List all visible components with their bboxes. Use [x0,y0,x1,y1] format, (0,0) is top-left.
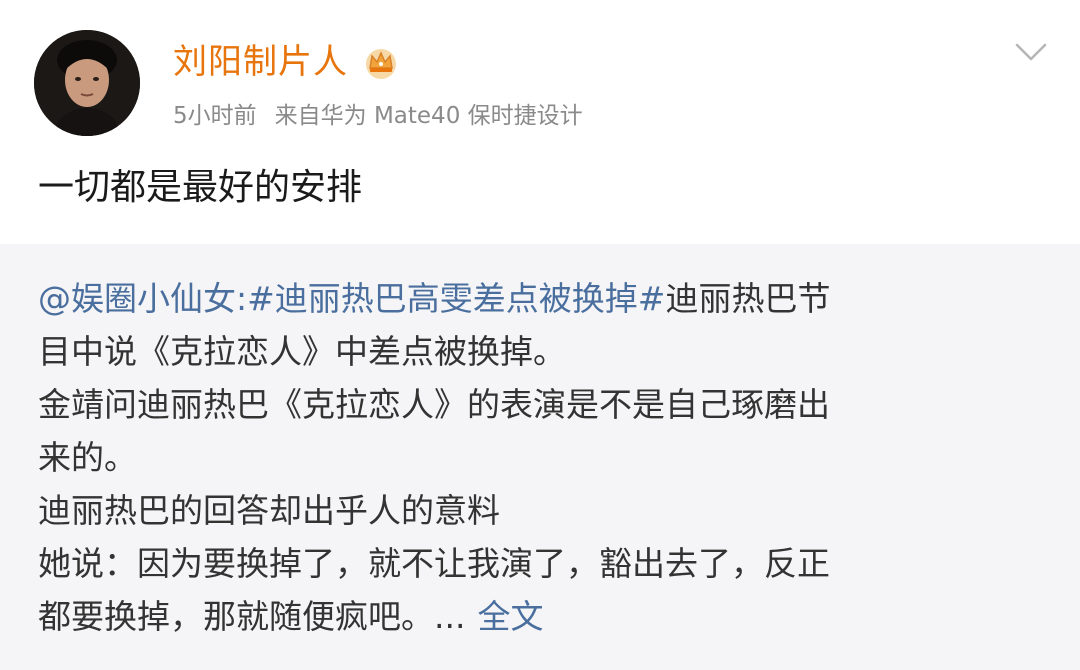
read-more-link[interactable]: 全文 [477,597,543,636]
quoted-line-2: 目中说《克拉恋人》中差点被换掉。 [38,332,566,371]
weibo-post: 刘阳制片人 5小时前 来自华为 Mate40 保时捷设计 一切都是最好的安排 @娱… [0,0,1080,670]
quoted-line-7: 都要换掉，那就随便疯吧。... 全文 [38,590,1058,643]
quoted-post-body: @娱圈小仙女:#迪丽热巴高雯差点被换掉#迪丽热巴节 目中说《克拉恋人》中差点被换… [38,272,1058,643]
author-name[interactable]: 刘阳制片人 [173,40,348,84]
post-text: 一切都是最好的安排 [38,167,363,208]
quoted-line-3: 金靖问迪丽热巴《克拉恋人》的表演是不是自己琢磨出 [38,385,830,424]
post-meta: 5小时前 来自华为 Mate40 保时捷设计 [173,99,583,133]
post-time: 5小时前 [173,103,257,129]
quoted-line-4: 来的。 [38,438,137,477]
mention-link[interactable]: @娱圈小仙女: [38,279,247,318]
quoted-post[interactable]: @娱圈小仙女:#迪丽热巴高雯差点被换掉#迪丽热巴节 目中说《克拉恋人》中差点被换… [0,244,1080,670]
chevron-down-icon[interactable] [1014,40,1048,64]
quoted-line-7-text: 都要换掉，那就随便疯吧。... [38,597,466,636]
quoted-line-1-rest: 迪丽热巴节 [665,279,831,318]
crown-icon [366,49,396,79]
quoted-line-1: @娱圈小仙女:#迪丽热巴高雯差点被换掉#迪丽热巴节 [38,272,1058,325]
avatar-image [34,30,140,136]
quoted-line-5: 迪丽热巴的回答却出乎人的意料 [38,491,500,530]
avatar[interactable] [34,30,140,136]
quoted-line-6: 她说：因为要换掉了，就不让我演了，豁出去了，反正 [38,544,830,583]
hashtag-link[interactable]: #迪丽热巴高雯差点被换掉# [247,279,665,318]
post-source: 来自华为 Mate40 保时捷设计 [274,103,583,129]
